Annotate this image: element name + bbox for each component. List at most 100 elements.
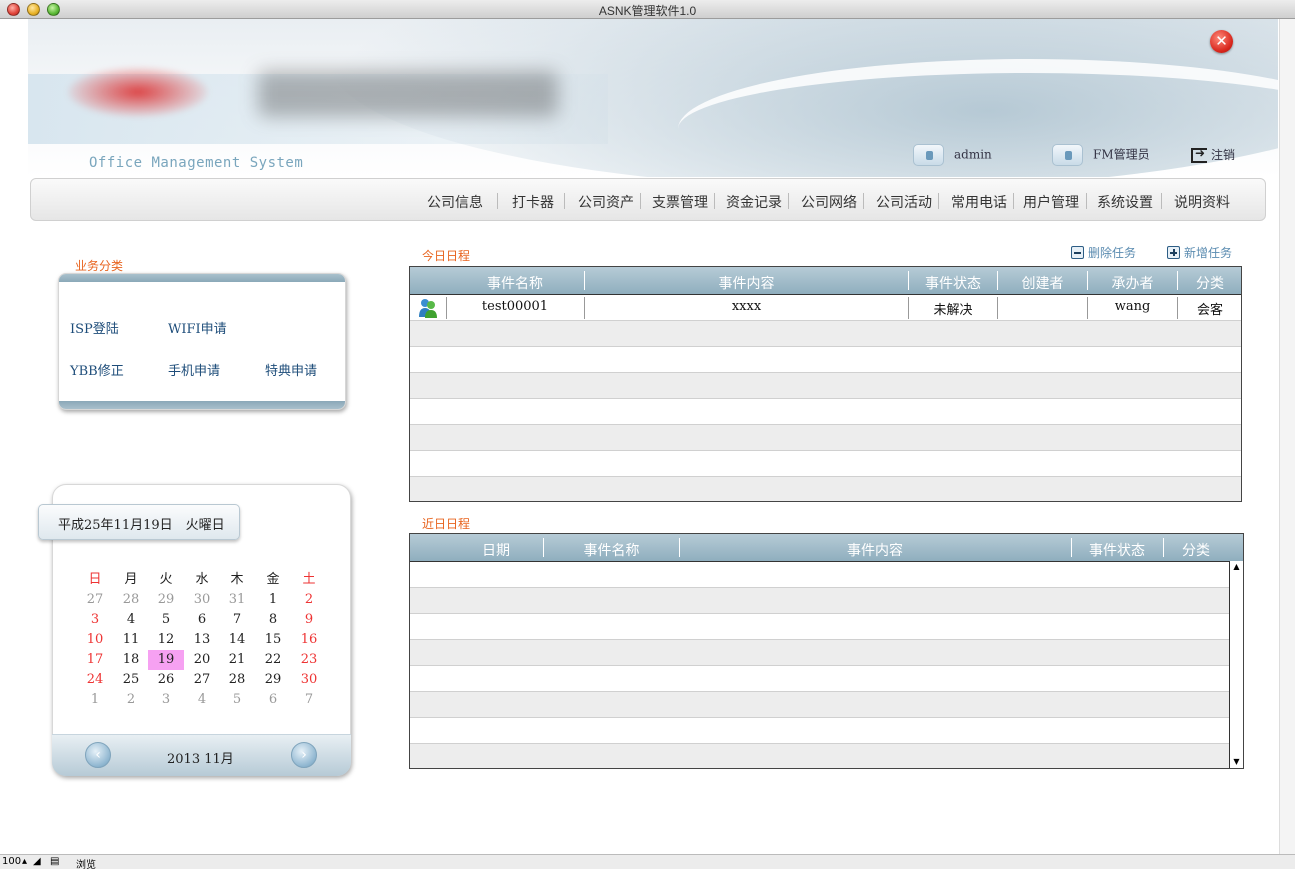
calendar-day[interactable]: 13 xyxy=(184,630,220,650)
zoom-out-icon[interactable]: ▴ xyxy=(22,856,27,867)
col-creator[interactable]: 创建者 xyxy=(998,273,1087,293)
calendar-day[interactable]: 11 xyxy=(113,630,149,650)
calendar-day[interactable]: 6 xyxy=(255,690,291,710)
table-row[interactable] xyxy=(410,639,1229,665)
calendar-day[interactable]: 9 xyxy=(291,610,327,630)
nav-company-events[interactable]: 公司活动 xyxy=(876,192,932,212)
calendar-day[interactable]: 22 xyxy=(255,650,291,670)
nav-user-management[interactable]: 用户管理 xyxy=(1023,192,1079,212)
calendar-day[interactable]: 25 xyxy=(113,670,149,690)
nav-fund-records[interactable]: 资金记录 xyxy=(726,192,782,212)
category-phone-request[interactable]: 手机申请 xyxy=(168,360,220,379)
col-event-content[interactable]: 事件内容 xyxy=(585,273,908,293)
calendar-day[interactable]: 23 xyxy=(291,650,327,670)
table-row[interactable] xyxy=(410,665,1229,691)
calendar-day[interactable]: 5 xyxy=(219,690,255,710)
layout-toggle-icon[interactable]: ▤ xyxy=(50,856,59,867)
col-category[interactable]: 分类 xyxy=(1164,540,1228,560)
calendar-day[interactable]: 8 xyxy=(255,610,291,630)
calendar-day[interactable]: 18 xyxy=(113,650,149,670)
col-assignee[interactable]: 承办者 xyxy=(1088,273,1177,293)
col-date[interactable]: 日期 xyxy=(450,540,542,560)
calendar-day[interactable]: 6 xyxy=(184,610,220,630)
add-task-button[interactable]: 新增任务 xyxy=(1167,244,1232,261)
table-row[interactable] xyxy=(410,372,1241,398)
calendar-day[interactable]: 28 xyxy=(113,590,149,610)
calendar-day[interactable]: 27 xyxy=(184,670,220,690)
scroll-down-arrow-icon[interactable]: ▼ xyxy=(1230,756,1243,768)
nav-company-assets[interactable]: 公司资产 xyxy=(578,192,634,212)
col-category[interactable]: 分类 xyxy=(1178,273,1242,293)
calendar-day[interactable]: 27 xyxy=(77,590,113,610)
col-event-status[interactable]: 事件状态 xyxy=(1072,540,1162,560)
calendar-day[interactable]: 31 xyxy=(219,590,255,610)
category-wifi-request[interactable]: WIFI申请 xyxy=(168,318,227,337)
calendar-day[interactable]: 30 xyxy=(291,670,327,690)
col-event-status[interactable]: 事件状态 xyxy=(909,273,997,293)
table-row[interactable] xyxy=(410,587,1229,613)
table-row[interactable] xyxy=(410,691,1229,717)
logout-button[interactable]: 注销 xyxy=(1191,146,1235,163)
nav-documentation[interactable]: 说明资料 xyxy=(1174,192,1230,212)
table-row[interactable] xyxy=(410,717,1229,743)
col-event-content[interactable]: 事件内容 xyxy=(680,540,1070,560)
calendar-day[interactable]: 15 xyxy=(255,630,291,650)
category-isp-login[interactable]: ISP登陆 xyxy=(70,318,119,337)
nav-common-phones[interactable]: 常用电话 xyxy=(951,192,1007,212)
table-row[interactable] xyxy=(410,476,1241,501)
current-user[interactable]: admin xyxy=(913,144,992,166)
zoom-in-icon[interactable]: ◢ xyxy=(33,856,41,867)
user-role[interactable]: FM管理员 xyxy=(1052,144,1150,166)
calendar-day[interactable]: 1 xyxy=(255,590,291,610)
app-close-icon[interactable]: ✕ xyxy=(1210,30,1233,53)
calendar-day[interactable]: 16 xyxy=(291,630,327,650)
calendar-day[interactable]: 7 xyxy=(291,690,327,710)
nav-company-network[interactable]: 公司网络 xyxy=(801,192,857,212)
table-row[interactable]: test00001 xxxx 未解决 wang 会客 xyxy=(410,294,1241,320)
col-event-name[interactable]: 事件名称 xyxy=(446,273,584,293)
calendar-prev-month-button[interactable]: ‹ xyxy=(85,742,111,768)
calendar-day[interactable]: 1 xyxy=(77,690,113,710)
calendar-day[interactable]: 10 xyxy=(77,630,113,650)
delete-task-button[interactable]: 删除任务 xyxy=(1071,244,1136,261)
calendar-day[interactable]: 4 xyxy=(184,690,220,710)
calendar-day[interactable]: 26 xyxy=(148,670,184,690)
calendar-day[interactable]: 14 xyxy=(219,630,255,650)
calendar-day[interactable]: 24 xyxy=(77,670,113,690)
table-row[interactable] xyxy=(410,398,1241,424)
nav-cheque-management[interactable]: 支票管理 xyxy=(652,192,708,212)
calendar-day[interactable]: 30 xyxy=(184,590,220,610)
category-perk-request[interactable]: 特典申请 xyxy=(265,360,317,379)
calendar-day[interactable]: 19 xyxy=(148,650,184,670)
zoom-level[interactable]: 100 xyxy=(2,856,21,867)
scroll-up-arrow-icon[interactable]: ▲ xyxy=(1230,561,1243,573)
table-row[interactable] xyxy=(410,561,1229,587)
table-row[interactable] xyxy=(410,450,1241,476)
table-row[interactable] xyxy=(410,743,1229,768)
calendar-day[interactable]: 29 xyxy=(255,670,291,690)
table-row[interactable] xyxy=(410,320,1241,346)
col-event-name[interactable]: 事件名称 xyxy=(544,540,679,560)
calendar-day[interactable]: 3 xyxy=(77,610,113,630)
nav-system-settings[interactable]: 系统设置 xyxy=(1097,192,1153,212)
recent-table-scrollbar[interactable]: ▲ ▼ xyxy=(1229,561,1243,768)
calendar-day[interactable]: 2 xyxy=(291,590,327,610)
calendar-day[interactable]: 21 xyxy=(219,650,255,670)
nav-time-clock[interactable]: 打卡器 xyxy=(512,192,554,212)
calendar-day[interactable]: 12 xyxy=(148,630,184,650)
calendar-day[interactable]: 17 xyxy=(77,650,113,670)
nav-company-info[interactable]: 公司信息 xyxy=(427,192,483,212)
table-row[interactable] xyxy=(410,346,1241,372)
calendar-day[interactable]: 29 xyxy=(148,590,184,610)
category-ybb-fix[interactable]: YBB修正 xyxy=(70,360,124,379)
calendar-day[interactable]: 20 xyxy=(184,650,220,670)
calendar-next-month-button[interactable]: › xyxy=(291,742,317,768)
calendar-day[interactable]: 7 xyxy=(219,610,255,630)
table-row[interactable] xyxy=(410,424,1241,450)
calendar-day[interactable]: 3 xyxy=(148,690,184,710)
calendar-day[interactable]: 28 xyxy=(219,670,255,690)
table-row[interactable] xyxy=(410,613,1229,639)
calendar-day[interactable]: 2 xyxy=(113,690,149,710)
calendar-day[interactable]: 4 xyxy=(113,610,149,630)
calendar-day[interactable]: 5 xyxy=(148,610,184,630)
